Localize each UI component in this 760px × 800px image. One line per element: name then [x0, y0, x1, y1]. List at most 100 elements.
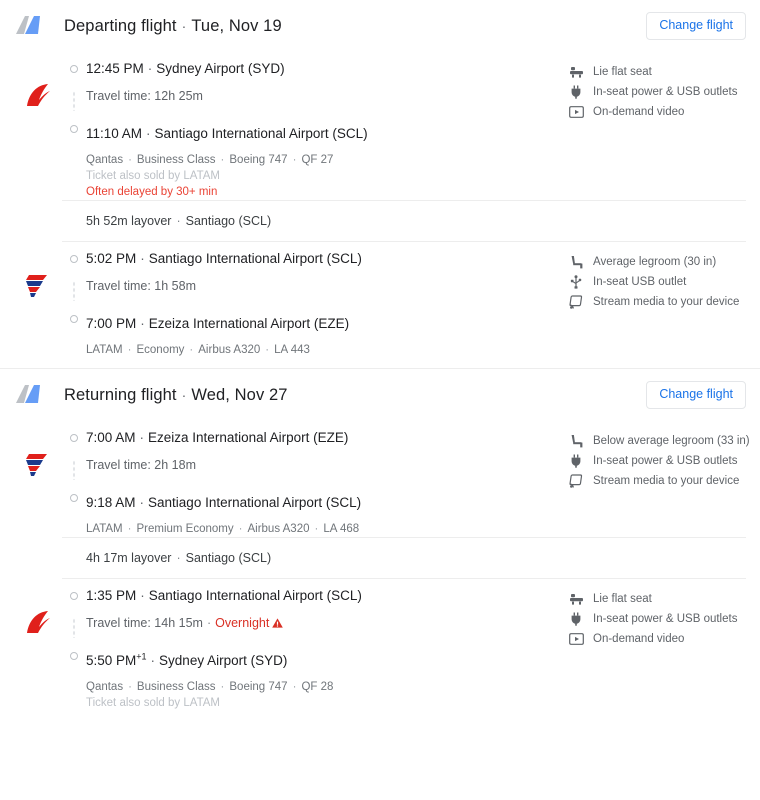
layover-row: 5h 52m layover · Santiago (SCL) [62, 200, 746, 242]
cabin-class: Premium Economy [136, 523, 234, 535]
flight-section-departing: Departing flight · Tue, Nov 19 Change fligh… [0, 0, 760, 358]
lie-flat-seat-icon [568, 65, 584, 79]
change-flight-button[interactable]: Change flight [646, 381, 746, 409]
arrival-airport: Santiago International Airport (SCL) [148, 495, 362, 510]
layover-airport: Santiago (SCL) [185, 551, 272, 565]
leg-details: 5:02 PM · Santiago International Airport (… [62, 242, 562, 358]
stop-separator: · [150, 653, 156, 668]
amenities-list: Lie flat seat In-seat power & USB outlets… [562, 52, 746, 200]
qantas-logo [23, 609, 53, 639]
leg-meta: LATAM · Economy · Airbus A320 · LA 443 [62, 332, 562, 358]
airline-logo-cell [14, 579, 62, 711]
amenity-label: In-seat power & USB outlets [593, 455, 738, 467]
amenity-label: On-demand video [593, 106, 685, 118]
aircraft-type: Airbus A320 [198, 344, 261, 356]
leg-details: 1:35 PM · Santiago International Airport (… [62, 579, 562, 711]
latam-logo [23, 272, 53, 302]
departure-time: 12:45 PM [86, 61, 144, 76]
title-separator: · [181, 17, 187, 34]
timeline-gutter [62, 315, 86, 323]
meta-separator: · [238, 523, 243, 535]
departure-time: 5:02 PM [86, 251, 137, 266]
aircraft-type: Airbus A320 [247, 523, 310, 535]
airplane-tail-icon [14, 384, 44, 406]
aircraft-type: Boeing 747 [229, 154, 288, 166]
departure-airport: Santiago International Airport (SCL) [148, 251, 362, 266]
amenity-label: Lie flat seat [593, 593, 652, 605]
amenity-item: Lie flat seat [568, 589, 746, 609]
layover-duration: 5h 52m layover [86, 214, 172, 228]
airline-logo-cell [14, 242, 62, 358]
flight-number: QF 27 [301, 154, 334, 166]
meta-separator: · [292, 681, 297, 693]
amenities-list: Average legroom (30 in) In-seat USB outle… [562, 242, 746, 358]
flight-leg: 1:35 PM · Santiago International Airport (… [0, 579, 760, 711]
warning-triangle-icon [272, 616, 284, 628]
layover-wrapper: 5h 52m layover · Santiago (SCL) [0, 200, 760, 242]
timeline-gutter [62, 125, 86, 133]
flight-leg: 5:02 PM · Santiago International Airport (… [0, 242, 760, 358]
meta-separator: · [128, 681, 132, 693]
operating-airline: LATAM [86, 523, 123, 535]
departure-stop: 5:02 PM · Santiago International Airport (… [86, 250, 562, 267]
timeline-gutter [62, 88, 86, 114]
travel-time: Travel time: 12h 25m [86, 89, 203, 103]
departure-stop: 1:35 PM · Santiago International Airport (… [86, 587, 562, 604]
layover-duration: 4h 17m layover [86, 551, 172, 565]
timeline-gutter [62, 457, 86, 483]
amenity-label: In-seat USB outlet [593, 276, 687, 288]
amenity-label: In-seat power & USB outlets [593, 86, 738, 98]
operator-line: Qantas · Business Class · Boeing 747 · QF 27 [86, 152, 562, 168]
departure-time: 7:00 AM [86, 430, 136, 445]
qantas-logo [23, 82, 53, 112]
airline-logo-cell [14, 52, 62, 200]
leg-meta: LATAM · Premium Economy · Airbus A320 · LA 468 [62, 511, 562, 537]
amenities-list: Lie flat seat In-seat power & USB outlets… [562, 579, 746, 711]
overnight-label: Overnight [215, 616, 270, 630]
change-flight-button[interactable]: Change flight [646, 12, 746, 40]
timeline-connector [73, 91, 75, 111]
section-date: Tue, Nov 19 [191, 16, 282, 35]
flight-section-returning: Returning flight · Wed, Nov 27 Change fligh… [0, 369, 760, 711]
timeline-connector [73, 281, 75, 301]
stop-separator: · [139, 495, 145, 510]
timeline-node-depart [70, 592, 78, 600]
amenity-item: Stream media to your device [568, 292, 746, 312]
operating-airline: Qantas [86, 154, 124, 166]
leg-meta: Qantas · Business Class · Boeing 747 · QF 28 Ti… [62, 669, 562, 711]
amenity-label: On-demand video [593, 633, 685, 645]
amenity-item: In-seat power & USB outlets [568, 82, 746, 102]
delay-alert: Often delayed by 30+ min [86, 186, 218, 198]
timeline-node-depart [70, 65, 78, 73]
layover-wrapper: 4h 17m layover · Santiago (SCL) [0, 537, 760, 579]
arrival-time: 5:50 PM [86, 653, 137, 668]
stop-separator: · [139, 430, 145, 445]
meta-separator: · [128, 154, 132, 166]
codeshare-note: Ticket also sold by LATAM [86, 170, 220, 182]
amenity-item: In-seat power & USB outlets [568, 451, 750, 471]
timeline-gutter [62, 652, 86, 660]
amenity-label: Lie flat seat [593, 66, 652, 78]
timeline-node-arrive [70, 315, 78, 323]
section-date: Wed, Nov 27 [191, 385, 288, 404]
arrival-stop: 5:50 PM+1 · Sydney Airport (SYD) [86, 652, 562, 669]
arrival-stop: 9:18 AM · Santiago International Airport (… [86, 494, 562, 511]
timeline-gutter [62, 60, 86, 73]
arrival-stop: 11:10 AM · Santiago International Airport … [86, 125, 562, 142]
layover-row: 4h 17m layover · Santiago (SCL) [62, 537, 746, 579]
operator-line: LATAM · Premium Economy · Airbus A320 · LA 468 [86, 521, 562, 537]
arrival-stop: 7:00 PM · Ezeiza International Airport (EZ… [86, 315, 562, 332]
timeline-gutter [62, 494, 86, 502]
leg-details: 7:00 AM · Ezeiza International Airport (EZ… [62, 421, 562, 537]
arrival-time: 9:18 AM [86, 495, 136, 510]
meta-separator: · [189, 344, 194, 356]
timeline-node-depart [70, 434, 78, 442]
stop-separator: · [140, 588, 145, 603]
cabin-class: Business Class [136, 681, 216, 693]
flight-number: QF 28 [301, 681, 334, 693]
meta-separator: · [127, 344, 132, 356]
timeline-node-arrive [70, 652, 78, 660]
timeline-connector [73, 460, 75, 480]
meta-separator: · [127, 523, 132, 535]
arrival-time: 7:00 PM [86, 316, 137, 331]
